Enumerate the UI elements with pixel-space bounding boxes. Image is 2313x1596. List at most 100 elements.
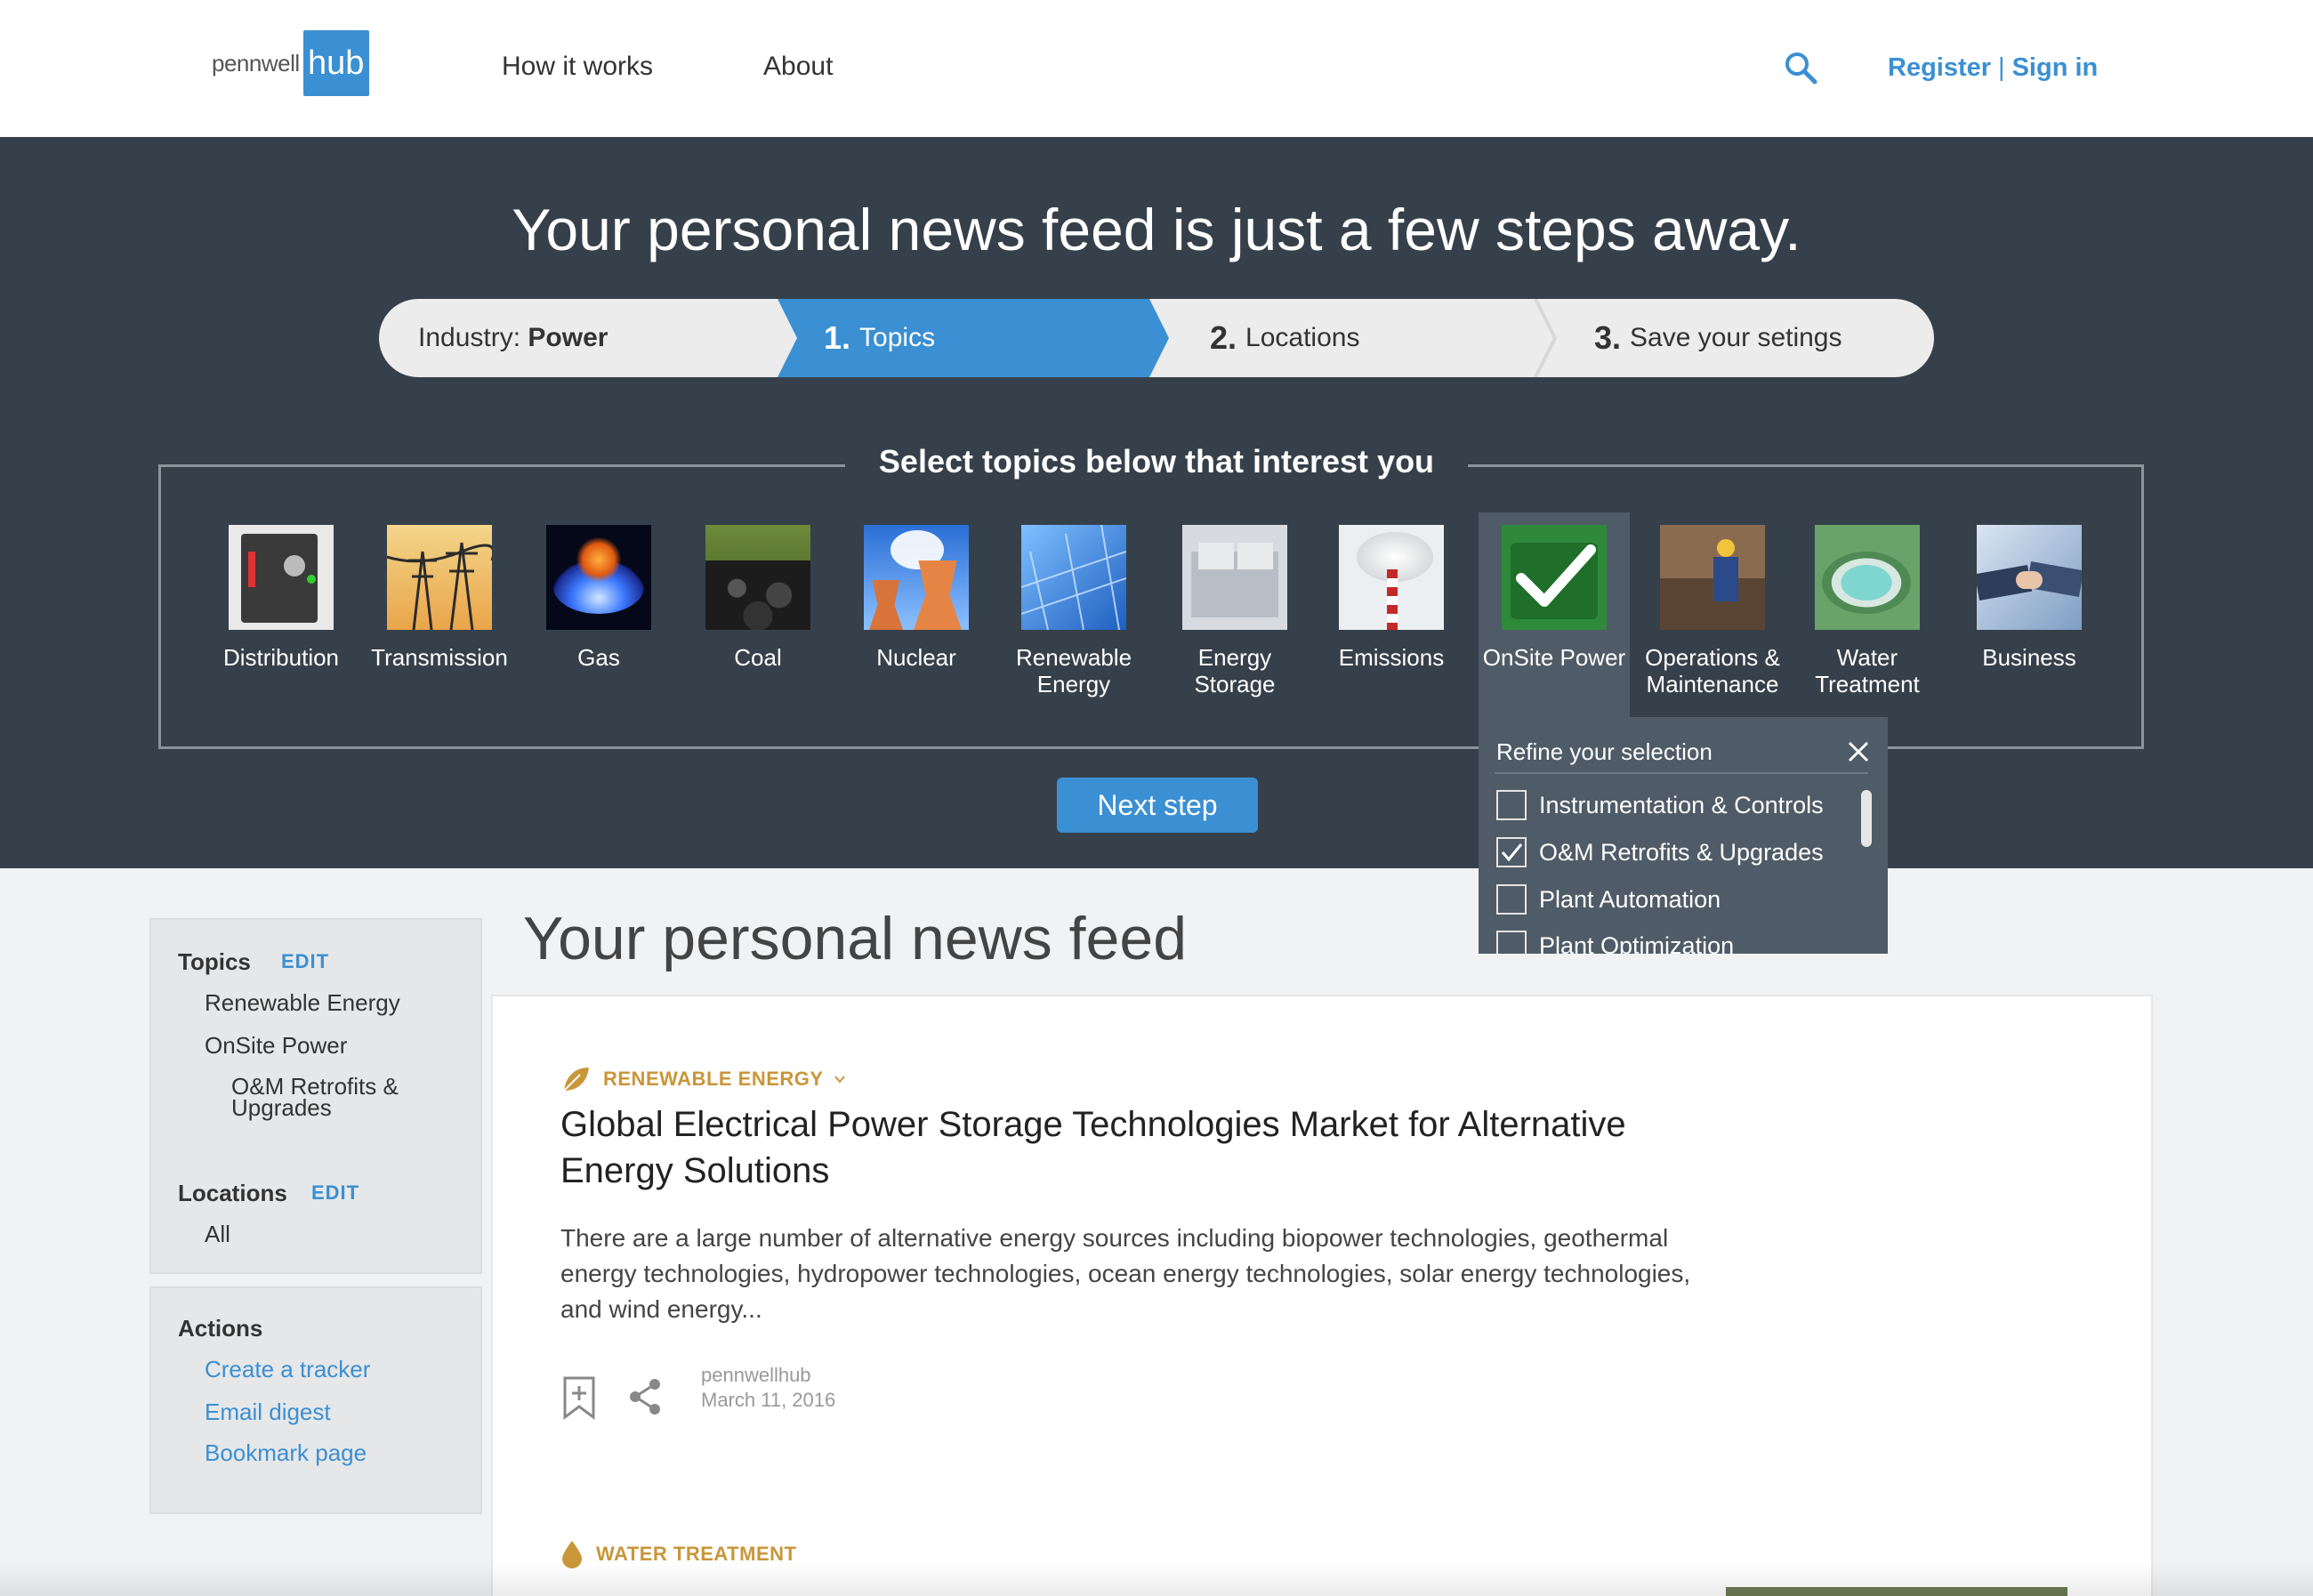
topic-transmission[interactable]: Transmission [360, 525, 519, 671]
solar-panel-image [1021, 525, 1126, 630]
article-date: March 11, 2016 [701, 1389, 836, 1411]
sidebar-topic-item: Renewable Energy [205, 989, 400, 1016]
checkbox-checked[interactable] [1496, 837, 1527, 867]
checkbox[interactable] [1496, 931, 1527, 954]
chevron-down-icon [834, 1076, 845, 1084]
coal-image [705, 525, 810, 630]
topic-renewable-energy[interactable]: Renewable Energy [995, 525, 1153, 697]
refine-scrollbar[interactable] [1861, 790, 1872, 847]
step-save-label: Save your setings [1630, 323, 1842, 352]
bookmark-add-icon[interactable] [562, 1375, 596, 1420]
leaf-icon [563, 1068, 589, 1092]
check-icon [1501, 843, 1523, 862]
operations-maintenance-image [1660, 525, 1765, 630]
checkbox[interactable] [1496, 790, 1527, 820]
refine-option-label: Instrumentation & Controls [1539, 791, 1824, 818]
progress-steps: Industry: Power 1. Topics 2. Locations 3… [379, 299, 1934, 377]
site-header: pennwell hub How it works About Register… [0, 0, 2313, 137]
topic-nuclear[interactable]: Nuclear [837, 525, 995, 671]
logo-box: hub [302, 30, 369, 96]
energy-storage-image [1182, 525, 1287, 630]
refine-option-instrumentation[interactable]: Instrumentation & Controls [1496, 790, 1824, 820]
refine-title: Refine your selection [1496, 738, 1713, 765]
emissions-image [1339, 525, 1444, 630]
bookmark-page-link[interactable]: Bookmark page [205, 1439, 367, 1467]
article-title[interactable]: Global Electrical Power Storage Technolo… [560, 1101, 1628, 1194]
topic-distribution[interactable]: Distribution [202, 525, 360, 671]
topic-label: Nuclear [876, 644, 956, 671]
pennwellhub-logo[interactable]: pennwell hub [212, 30, 369, 96]
topic-emissions[interactable]: Emissions [1312, 525, 1471, 671]
transmission-image [387, 525, 492, 630]
topic-onsite-power[interactable]: OnSite Power [1475, 525, 1633, 671]
topic-water-treatment[interactable]: Water Treatment [1788, 525, 1946, 697]
onsite-power-image [1502, 525, 1607, 630]
share-icon[interactable] [626, 1377, 664, 1416]
checkbox[interactable] [1496, 884, 1527, 915]
step-divider-icon [1534, 299, 1558, 377]
business-handshake-image [1977, 525, 2082, 630]
industry-value: Power [528, 323, 608, 352]
register-link[interactable]: Register [1888, 53, 1991, 82]
step-locations-number: 2. [1210, 319, 1237, 356]
step-locations[interactable]: 2. Locations [1210, 299, 1359, 377]
topic-energy-storage[interactable]: Energy Storage [1156, 525, 1314, 697]
gas-flame-image [546, 525, 651, 630]
topic-gas[interactable]: Gas [520, 525, 678, 671]
auth-separator: | [1998, 53, 2005, 82]
create-tracker-link[interactable]: Create a tracker [205, 1356, 370, 1383]
topics-heading: Select topics below that interest you [845, 443, 1468, 480]
nav-how-it-works[interactable]: How it works [502, 52, 653, 82]
close-icon[interactable] [1845, 738, 1872, 765]
topic-business[interactable]: Business [1950, 525, 2108, 671]
topic-label: Energy Storage [1194, 644, 1276, 697]
actions-heading-label: Actions [178, 1315, 263, 1342]
topic-label: Business [1982, 644, 2076, 671]
refine-option-label: O&M Retrofits & Upgrades [1539, 838, 1824, 866]
topic-operations-maintenance[interactable]: Operations & Maintenance [1633, 525, 1792, 697]
refine-option-label: Plant Automation [1539, 885, 1721, 913]
step-industry[interactable]: Industry: Power [418, 299, 608, 377]
refine-option-plant-optimization[interactable]: Plant Optimization [1496, 931, 1734, 954]
article-category[interactable]: RENEWABLE ENERGY [560, 1064, 847, 1094]
refine-option-om-retrofits[interactable]: O&M Retrofits & Upgrades [1496, 837, 1824, 867]
sidebar-location-item: All [205, 1221, 230, 1247]
step-topics[interactable]: 1. Topics [778, 299, 1169, 377]
email-digest-link[interactable]: Email digest [205, 1399, 331, 1426]
water-treatment-image [1815, 525, 1920, 630]
article-card[interactable]: RENEWABLE ENERGY Global Electrical Power… [491, 995, 2153, 1473]
edit-topics-link[interactable]: EDIT [281, 950, 329, 973]
article-excerpt: There are a large number of alternative … [560, 1224, 1691, 1323]
step-topics-number: 1. [824, 319, 851, 356]
step-topics-label: Topics [859, 323, 936, 352]
topic-label: Gas [577, 644, 620, 671]
sidebar-topic-item: OnSite Power [205, 1032, 348, 1059]
article-category-label: RENEWABLE ENERGY [603, 1068, 824, 1090]
industry-prefix: Industry: [418, 323, 521, 352]
logo-text: pennwell [212, 49, 300, 77]
bottom-fade [0, 1562, 2313, 1596]
topic-label: OnSite Power [1482, 644, 1626, 671]
article-meta: pennwellhub March 11, 2016 [701, 1363, 835, 1413]
nav-about[interactable]: About [763, 52, 833, 82]
step-save-number: 3. [1594, 319, 1622, 356]
refine-divider [1495, 772, 1868, 774]
topics-heading-label: Topics [178, 948, 251, 975]
selection-summary-panel: Topics EDIT Renewable Energy OnSite Powe… [149, 918, 482, 1274]
edit-locations-link[interactable]: EDIT [311, 1181, 359, 1205]
topic-label: Transmission [371, 644, 508, 671]
topic-coal[interactable]: Coal [679, 525, 837, 671]
topic-label: Renewable Energy [1015, 644, 1132, 697]
refine-selection-dropdown: Refine your selection Instrumentation & … [1479, 717, 1888, 954]
distribution-image [229, 525, 334, 630]
topic-label: Emissions [1338, 644, 1445, 671]
signin-link[interactable]: Sign in [2012, 53, 2099, 82]
next-step-button[interactable]: Next step [1057, 778, 1258, 833]
search-icon[interactable] [1783, 50, 1818, 85]
step-save-settings[interactable]: 3. Save your setings [1594, 299, 1842, 377]
step-locations-label: Locations [1245, 323, 1360, 352]
topic-label: Operations & Maintenance [1645, 644, 1780, 697]
hero-title: Your personal news feed is just a few st… [512, 197, 1801, 262]
checkmark-icon [1516, 544, 1596, 607]
refine-option-plant-automation[interactable]: Plant Automation [1496, 884, 1721, 915]
